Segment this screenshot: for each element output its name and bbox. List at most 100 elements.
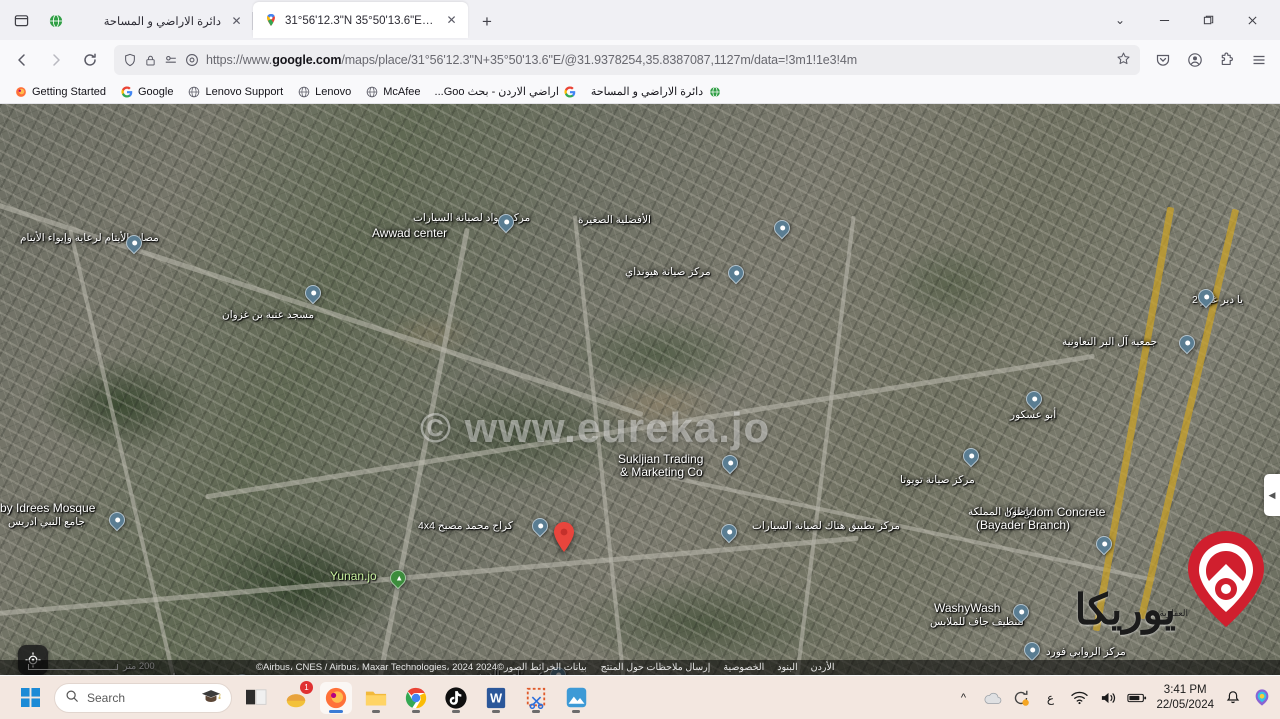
taskbar-snipping-tool[interactable] [520, 682, 552, 714]
tiktok-icon [445, 686, 467, 709]
graduation-cap-icon [201, 689, 221, 707]
poi-pin-icon [528, 514, 552, 538]
tab-1-title: 31°56'12.3"N 35°50'13.6"Eخرائط [285, 15, 436, 27]
bookmark-jordan-lands-search[interactable]: اراضي الاردن - بحث Goo... [429, 82, 583, 101]
globe-icon [297, 85, 310, 98]
map-poi-pin[interactable] [1009, 600, 1033, 626]
map-poi-pin[interactable] [301, 281, 325, 307]
selected-location-marker[interactable] [554, 522, 574, 552]
poi-pin-icon [494, 210, 518, 234]
poi-pin-icon [1022, 387, 1046, 411]
map-poi-pin[interactable] [718, 451, 742, 477]
shield-icon[interactable] [123, 53, 137, 67]
taskbar-notes-app[interactable]: 1 [280, 680, 313, 714]
poi-pin-icon [105, 508, 129, 532]
hamburger-menu-icon[interactable] [1244, 45, 1274, 75]
poi-pin-icon [718, 451, 742, 475]
eureka-brand-subtitle: العقارية [1159, 608, 1188, 618]
map-poi-pin[interactable] [105, 508, 129, 534]
maximize-button[interactable] [1186, 3, 1230, 37]
close-window-button[interactable] [1230, 3, 1274, 37]
bookmark-label: Lenovo [315, 85, 352, 98]
taskbar-word[interactable]: W [480, 682, 512, 714]
map-poi-pin[interactable] [122, 231, 146, 257]
poi-pin-icon [1009, 600, 1033, 624]
tracking-protection-icon[interactable] [185, 53, 199, 67]
bookmark-star-icon[interactable] [1116, 51, 1131, 69]
bookmark-getting-started[interactable]: Getting Started [8, 82, 112, 101]
tab-list-icon [14, 14, 28, 26]
windows-start-icon [20, 688, 40, 707]
map-poi-pin[interactable] [494, 210, 518, 236]
bookmark-lenovo-support[interactable]: Lenovo Support [181, 82, 289, 101]
bookmark-label: Lenovo Support [205, 85, 284, 98]
attrib-link-0[interactable]: الأردن [811, 662, 835, 673]
folder-icon [365, 691, 387, 705]
task-view-icon [246, 688, 267, 705]
minimize-button[interactable] [1142, 3, 1186, 37]
bookmark-lenovo[interactable]: Lenovo [291, 82, 357, 101]
url-bar[interactable]: https://www.google.com/maps/place/31°56'… [114, 45, 1140, 75]
back-button[interactable] [6, 44, 38, 76]
forward-button[interactable] [40, 44, 72, 76]
svg-text:W: W [490, 690, 503, 705]
attrib-link-3[interactable]: إرسال ملاحظات حول المنتج [601, 662, 711, 673]
taskbar-photos[interactable] [560, 682, 592, 714]
permissions-icon[interactable] [164, 53, 178, 67]
tab-0[interactable]: دائرة الاراضي و المساحة ✕ [38, 4, 253, 38]
attribution-imagery: بيانات الخرائط الصور©2024 Airbus، CNES /… [256, 662, 587, 673]
google-maps-satellite-view[interactable]: © www.eureka.jo مصانة الأيتام لرعاية وإي… [0, 104, 1280, 675]
url-prefix: https://www. [206, 53, 273, 67]
tab-0-close-icon[interactable]: ✕ [228, 13, 245, 30]
map-poi-pin[interactable] [770, 216, 794, 242]
attribution-bar: الأردن البنود الخصوصية إرسال ملاحظات حول… [0, 660, 1280, 675]
tab-1[interactable]: 31°56'12.3"N 35°50'13.6"Eخرائط ✕ [253, 2, 468, 38]
pocket-icon[interactable] [1148, 45, 1178, 75]
bookmark-label: دائرة الاراضي و المساحة [590, 86, 704, 98]
map-poi-pin[interactable]: ▲ [386, 566, 410, 592]
windows-taskbar: Search 1 W ^ ع 3:41 PM 22/05/2024 [0, 676, 1280, 719]
taskbar-search[interactable]: Search [54, 682, 232, 713]
map-poi-pin[interactable] [717, 520, 741, 546]
map-poi-pin[interactable] [1194, 285, 1218, 311]
reload-button[interactable] [74, 44, 106, 76]
account-icon[interactable] [1180, 45, 1210, 75]
bookmark-land-department[interactable]: دائرة الاراضي و المساحة [585, 82, 727, 101]
firefox-account-dropdown[interactable]: ⌄ [1098, 3, 1142, 37]
bookmark-google[interactable]: Google [114, 82, 179, 101]
poi-pin-icon [1020, 638, 1044, 662]
road-network [0, 104, 1280, 675]
map-poi-pin[interactable] [724, 261, 748, 287]
taskbar-file-explorer[interactable] [360, 682, 392, 714]
start-button[interactable] [14, 682, 46, 714]
map-poi-pin[interactable] [528, 514, 552, 540]
map-poi-pin[interactable] [959, 444, 983, 470]
taskbar-chrome[interactable] [400, 682, 432, 714]
taskbar-firefox[interactable] [320, 681, 352, 714]
google-g-icon [120, 85, 133, 98]
bookmark-mcafee[interactable]: McAfee [359, 82, 426, 101]
taskbar-tiktok[interactable] [440, 682, 472, 714]
google-maps-pin-icon [263, 13, 278, 28]
lock-icon[interactable] [144, 54, 157, 67]
task-view-button[interactable] [240, 682, 272, 714]
map-poi-pin[interactable] [1022, 387, 1046, 413]
list-all-tabs-button[interactable] [4, 4, 38, 36]
firefox-icon [325, 687, 347, 708]
map-poi-pin[interactable] [1175, 331, 1199, 357]
notes-badge: 1 [300, 680, 313, 694]
side-panel-toggle[interactable]: ◀ [1264, 474, 1280, 516]
chrome-icon [405, 687, 427, 708]
attribution-links: الأردن البنود الخصوصية إرسال ملاحظات حول… [601, 662, 835, 673]
search-icon [65, 689, 79, 706]
map-poi-pin[interactable] [1092, 532, 1116, 558]
bookmark-label: اراضي الاردن - بحث Goo... [434, 86, 559, 98]
taskbar-search-placeholder: Search [87, 690, 126, 705]
new-tab-button[interactable]: + [472, 7, 502, 37]
attrib-link-1[interactable]: البنود [777, 662, 797, 673]
tab-1-close-icon[interactable]: ✕ [443, 12, 460, 29]
globe-green-icon [708, 85, 721, 98]
attrib-link-2[interactable]: الخصوصية [723, 662, 764, 673]
url-text[interactable]: https://www.google.com/maps/place/31°56'… [206, 53, 1109, 67]
extensions-icon[interactable] [1212, 45, 1242, 75]
